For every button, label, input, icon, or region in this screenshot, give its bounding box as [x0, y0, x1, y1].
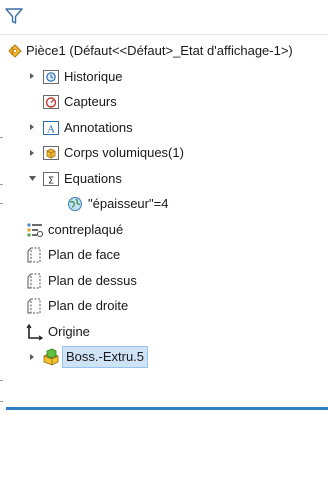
tree-item-origine[interactable]: Origine [0, 319, 328, 345]
tree-item-label: Historique [64, 68, 123, 84]
tree-guide-tick [0, 401, 3, 402]
tree-item-corps-volumiques[interactable]: Corps volumiques(1) [0, 140, 328, 166]
feature-manager-tree-pane: Pièce1 (Défaut<<Défaut>_Etat d'affichage… [0, 0, 328, 486]
tree-item-label: Equations [64, 170, 122, 186]
filter-separator [0, 34, 328, 35]
collapse-arrow-icon[interactable] [26, 166, 38, 192]
global-variable-icon [66, 195, 84, 213]
svg-text:Σ: Σ [48, 175, 54, 186]
tree-item-equations[interactable]: Σ Equations [0, 166, 328, 192]
plane-icon [26, 246, 44, 264]
tree-guide-tick [0, 380, 3, 381]
tree-item-annotations[interactable]: A Annotations [0, 115, 328, 141]
tree-item-plan-de-droite[interactable]: Plan de droite [0, 293, 328, 319]
plane-icon [26, 297, 44, 315]
tree-item-label: Pièce1 (Défaut<<Défaut>_Etat d'affichage… [26, 43, 293, 58]
tree-item-label: Plan de face [48, 247, 121, 262]
expand-arrow-icon[interactable] [26, 64, 38, 90]
material-icon [26, 221, 44, 239]
tree-item-material[interactable]: contreplaqué [0, 217, 328, 243]
rollback-bar[interactable] [6, 407, 328, 410]
tree-item-plan-de-dessus[interactable]: Plan de dessus [0, 268, 328, 294]
tree-item-label: "épaisseur"=4 [88, 196, 169, 211]
history-icon [42, 68, 60, 86]
part-icon [6, 42, 24, 60]
feature-tree: Pièce1 (Défaut<<Défaut>_Etat d'affichage… [0, 38, 328, 370]
tree-item-boss-extrude[interactable]: Boss.-Extru.5 [0, 344, 328, 370]
origin-icon [26, 323, 44, 341]
tree-item-label: Plan de droite [48, 298, 129, 313]
tree-item-label: Plan de dessus [48, 272, 137, 288]
tree-item-label: contreplaqué [48, 221, 124, 237]
expand-arrow-icon[interactable] [26, 115, 38, 141]
boss-extrude-icon [42, 348, 60, 366]
filter-bar [0, 0, 328, 34]
equations-icon: Σ [42, 170, 60, 188]
tree-item-part[interactable]: Pièce1 (Défaut<<Défaut>_Etat d'affichage… [0, 38, 328, 64]
tree-item-historique[interactable]: Historique [0, 64, 328, 90]
svg-text:A: A [47, 123, 55, 135]
sensors-icon [42, 93, 60, 111]
tree-item-label: Corps volumiques(1) [64, 145, 184, 160]
filter-icon[interactable] [4, 6, 24, 26]
tree-item-label: Annotations [64, 119, 133, 135]
tree-item-label: Capteurs [64, 94, 117, 109]
tree-item-label: Origine [48, 323, 90, 339]
tree-item-label: Boss.-Extru.5 [62, 346, 149, 368]
plane-icon [26, 272, 44, 290]
solid-bodies-icon [42, 144, 60, 162]
tree-item-plan-de-face[interactable]: Plan de face [0, 242, 328, 268]
tree-item-global-variable[interactable]: "épaisseur"=4 [0, 191, 328, 217]
expand-arrow-icon[interactable] [26, 140, 38, 166]
annotations-icon: A [42, 119, 60, 137]
expand-arrow-icon[interactable] [26, 344, 38, 370]
tree-item-capteurs[interactable]: Capteurs [0, 89, 328, 115]
